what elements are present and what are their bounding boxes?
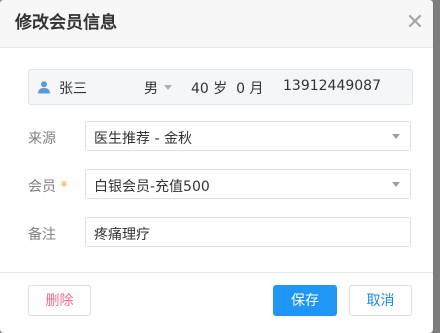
cancel-button[interactable]: 取消 — [349, 285, 412, 316]
footer-divider — [0, 272, 433, 273]
close-icon[interactable]: ✕ — [405, 12, 425, 34]
source-select[interactable]: 医生推荐 - 金秋 — [85, 121, 411, 151]
user-icon — [38, 81, 50, 94]
member-label: 会员 * — [28, 176, 67, 196]
patient-age: 40 岁 0 月 — [191, 81, 264, 97]
save-button[interactable]: 保存 — [273, 285, 337, 316]
source-label: 来源 — [28, 131, 56, 147]
modal-backdrop — [433, 0, 440, 333]
member-select[interactable]: 白银会员-充值500 — [85, 169, 411, 199]
remark-input[interactable]: 疼痛理疗 — [85, 217, 411, 247]
remark-input-value: 疼痛理疗 — [94, 227, 150, 243]
required-mark: * — [60, 179, 68, 195]
delete-button[interactable]: 删除 — [28, 285, 91, 316]
patient-name: 张三 — [59, 81, 87, 97]
remark-label: 备注 — [28, 227, 56, 243]
dialog-title: 修改会员信息 — [15, 13, 117, 33]
member-label-text: 会员 — [28, 179, 56, 195]
gender-select[interactable]: 男 — [144, 78, 158, 98]
member-select-value: 白银会员-充值500 — [94, 179, 210, 195]
dialog-header: 修改会员信息 ✕ — [0, 0, 433, 48]
chevron-down-icon — [392, 134, 400, 139]
source-select-value: 医生推荐 - 金秋 — [94, 131, 192, 147]
chevron-down-icon[interactable] — [164, 85, 172, 90]
chevron-down-icon — [392, 182, 400, 187]
patient-phone: 13912449087 — [283, 78, 381, 94]
edit-member-dialog: 修改会员信息 ✕ 张三 男 40 岁 0 月 13912449087 来源 医生… — [0, 0, 433, 333]
patient-info-bar: 张三 男 40 岁 0 月 13912449087 — [28, 69, 413, 105]
